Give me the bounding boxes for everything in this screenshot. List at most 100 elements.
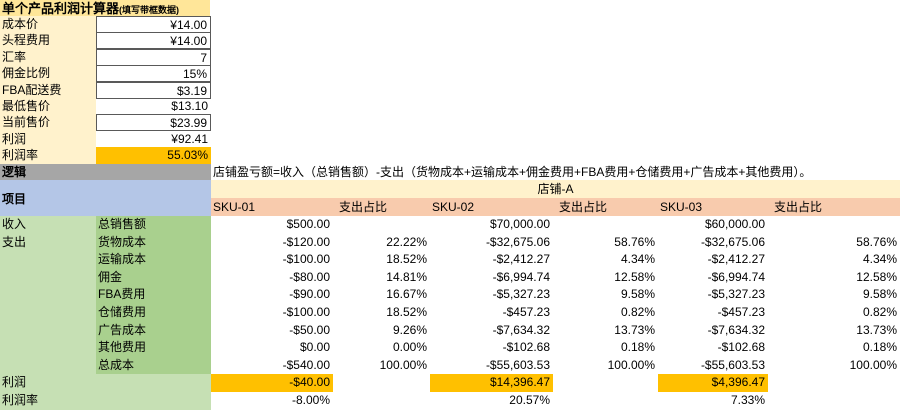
category-label — [0, 286, 96, 304]
margin-value[interactable]: 7.33% — [658, 392, 768, 410]
share-cell[interactable]: 9.58% — [768, 286, 900, 304]
share-header: 支出占比 — [768, 198, 900, 216]
calc-label: 当前售价 — [0, 114, 96, 131]
calc-label: 利润 — [0, 131, 96, 148]
calculator-title-note: (填写带框数据) — [119, 5, 180, 15]
category-label — [0, 322, 96, 340]
share-cell[interactable]: 12.58% — [553, 269, 658, 287]
share-cell[interactable]: 100.00% — [768, 357, 900, 375]
item-label: 佣金 — [96, 269, 211, 287]
share-cell[interactable] — [553, 216, 658, 234]
share-cell[interactable]: 13.73% — [768, 322, 900, 340]
amount-cell[interactable]: -$2,412.27 — [658, 251, 768, 269]
margin-value[interactable]: 20.57% — [430, 392, 553, 410]
calc-label: 利润率 — [0, 147, 96, 164]
share-cell[interactable]: 9.26% — [333, 322, 430, 340]
calc-label: FBA配送费 — [0, 82, 96, 99]
margin-value[interactable]: -8.00% — [211, 392, 333, 410]
share-cell[interactable]: 18.52% — [333, 251, 430, 269]
item-label: 货物成本 — [96, 234, 211, 252]
amount-cell[interactable]: -$2,412.27 — [430, 251, 553, 269]
amount-cell[interactable]: -$50.00 — [211, 322, 333, 340]
amount-cell[interactable]: $60,000.00 — [658, 216, 768, 234]
item-label: 仓储费用 — [96, 304, 211, 322]
share-cell[interactable]: 16.67% — [333, 286, 430, 304]
share-cell[interactable]: 12.58% — [768, 269, 900, 287]
category-label: 收入 — [0, 216, 96, 234]
calc-label: 头程费用 — [0, 32, 96, 49]
amount-cell[interactable]: -$55,603.53 — [658, 357, 768, 375]
share-cell[interactable]: 13.73% — [553, 322, 658, 340]
amount-cell[interactable]: -$6,994.74 — [658, 269, 768, 287]
calc-value-cell[interactable]: ¥14.00 — [96, 32, 211, 49]
amount-cell[interactable]: -$457.23 — [430, 304, 553, 322]
share-header: 支出占比 — [333, 198, 430, 216]
calc-value-cell[interactable]: $3.19 — [96, 82, 211, 99]
calc-label: 佣金比例 — [0, 65, 96, 82]
profit-label: 利润 — [0, 374, 211, 392]
amount-cell[interactable]: -$102.68 — [658, 339, 768, 357]
calc-value-cell[interactable]: 7 — [96, 49, 211, 66]
share-cell[interactable]: 0.00% — [333, 339, 430, 357]
item-label: 总销售额 — [96, 216, 211, 234]
amount-cell[interactable]: -$5,327.23 — [430, 286, 553, 304]
sku-header: SKU-01 — [211, 198, 333, 216]
share-cell[interactable] — [333, 216, 430, 234]
share-cell[interactable]: 100.00% — [553, 357, 658, 375]
share-cell[interactable]: 22.22% — [333, 234, 430, 252]
amount-cell[interactable]: -$80.00 — [211, 269, 333, 287]
share-cell[interactable]: 0.82% — [768, 304, 900, 322]
item-label: 其他费用 — [96, 339, 211, 357]
margin-label: 利润率 — [0, 392, 211, 410]
amount-cell[interactable]: -$6,994.74 — [430, 269, 553, 287]
share-cell[interactable]: 4.34% — [553, 251, 658, 269]
share-header: 支出占比 — [553, 198, 658, 216]
category-label: 支出 — [0, 234, 96, 252]
store-header: 店铺-A — [211, 180, 900, 198]
share-cell[interactable] — [768, 216, 900, 234]
amount-cell[interactable]: -$102.68 — [430, 339, 553, 357]
calc-value-cell: 55.03% — [96, 147, 211, 164]
share-cell[interactable]: 14.81% — [333, 269, 430, 287]
category-label — [0, 269, 96, 287]
calc-value-cell[interactable]: 15% — [96, 65, 211, 82]
profit-value[interactable]: $4,396.47 — [658, 374, 768, 392]
share-cell[interactable]: 0.82% — [553, 304, 658, 322]
share-cell[interactable]: 58.76% — [768, 234, 900, 252]
share-cell[interactable]: 4.34% — [768, 251, 900, 269]
amount-cell[interactable]: $0.00 — [211, 339, 333, 357]
calc-value-cell[interactable]: $23.99 — [96, 114, 211, 131]
logic-formula: 店铺盈亏额=收入（总销售额）-支出（货物成本+运输成本+佣金费用+FBA费用+仓… — [213, 165, 812, 179]
share-cell[interactable]: 0.18% — [768, 339, 900, 357]
amount-cell[interactable]: -$55,603.53 — [430, 357, 553, 375]
amount-cell[interactable]: -$7,634.32 — [430, 322, 553, 340]
category-label — [0, 339, 96, 357]
share-cell[interactable]: 18.52% — [333, 304, 430, 322]
share-cell[interactable]: 9.58% — [553, 286, 658, 304]
amount-cell[interactable]: -$32,675.06 — [658, 234, 768, 252]
profit-value[interactable]: -$40.00 — [211, 374, 333, 392]
share-cell[interactable]: 58.76% — [553, 234, 658, 252]
calc-value-cell: $13.10 — [171, 99, 208, 113]
amount-cell[interactable]: $500.00 — [211, 216, 333, 234]
share-cell[interactable]: 0.18% — [553, 339, 658, 357]
amount-cell[interactable]: -$32,675.06 — [430, 234, 553, 252]
amount-cell[interactable]: -$457.23 — [658, 304, 768, 322]
calculator-title-text: 单个产品利润计算器 — [2, 1, 120, 16]
amount-cell[interactable]: -$540.00 — [211, 357, 333, 375]
item-label: 运输成本 — [96, 251, 211, 269]
amount-cell[interactable]: -$100.00 — [211, 304, 333, 322]
amount-cell[interactable]: -$100.00 — [211, 251, 333, 269]
calc-label: 成本价 — [0, 16, 96, 33]
amount-cell[interactable]: $70,000.00 — [430, 216, 553, 234]
amount-cell[interactable]: -$5,327.23 — [658, 286, 768, 304]
calc-label: 最低售价 — [0, 98, 96, 115]
item-label: 总成本 — [96, 357, 211, 375]
share-cell[interactable]: 100.00% — [333, 357, 430, 375]
profit-value[interactable]: $14,396.47 — [430, 374, 553, 392]
amount-cell[interactable]: -$7,634.32 — [658, 322, 768, 340]
calc-value-cell[interactable]: ¥14.00 — [96, 16, 211, 33]
amount-cell[interactable]: -$120.00 — [211, 234, 333, 252]
amount-cell[interactable]: -$90.00 — [211, 286, 333, 304]
calc-label: 汇率 — [0, 49, 96, 66]
